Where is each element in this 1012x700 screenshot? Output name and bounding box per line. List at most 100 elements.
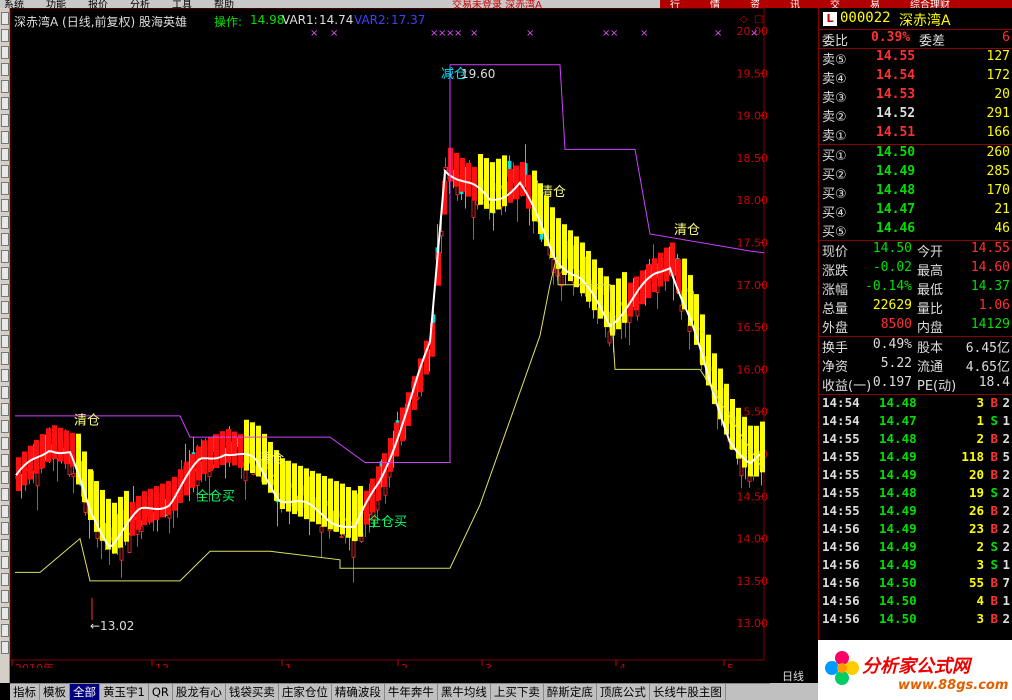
order-row[interactable]: 卖② 14.52 291 [819,106,1012,125]
tool-button[interactable] [1,471,9,484]
tick-row[interactable]: 14:56 14.49 3 S 1 [819,557,1012,575]
tool-button[interactable] [1,556,9,569]
indicator-tab[interactable]: 上买下卖 [491,684,544,700]
indicator-tab[interactable]: 黑牛均线 [438,684,491,700]
tool-button[interactable] [1,539,9,552]
order-price: 14.52 [876,106,916,121]
tick-row[interactable]: 14:56 14.50 4 B 1 [819,593,1012,611]
tool-button[interactable] [1,97,9,110]
order-row[interactable]: 卖⑤ 14.55 127 [819,49,1012,68]
tool-button[interactable] [1,607,9,620]
tick-row[interactable]: 14:54 14.48 3 B 2 [819,395,1012,413]
tool-button[interactable] [1,437,9,450]
tool-button[interactable] [1,369,9,382]
order-row[interactable]: 卖④ 14.54 172 [819,68,1012,87]
indicator-tab[interactable]: 醉斯定底 [544,684,597,700]
menu-item[interactable]: 报价 [88,0,108,8]
tool-button[interactable] [1,114,9,127]
stat-value: 8500 [880,317,912,332]
kline-svg[interactable]: 20.0019.5019.0018.5018.0017.5017.0016.50… [10,8,770,668]
indicator-tab[interactable]: 黄玉宇1 [100,684,149,700]
candle-body [471,198,476,218]
indicator-tab[interactable]: 长线牛股主图 [650,684,726,700]
chart-box-icon[interactable]: □ [754,14,763,25]
tool-button[interactable] [1,318,9,331]
indicator-tab[interactable]: 钱袋买卖 [226,684,279,700]
indicator-tab[interactable]: 指标 [10,684,40,700]
menu-item[interactable]: 系统 [4,0,24,8]
menu-right-item[interactable]: 综合理财 [910,0,950,8]
tool-button[interactable] [1,63,9,76]
tick-row[interactable]: 14:56 14.49 2 S 2 [819,539,1012,557]
tick-row[interactable]: 14:56 14.50 3 B 2 [819,611,1012,629]
tool-button[interactable] [1,284,9,297]
menu-right-item[interactable]: 资 [750,0,760,8]
menu-right-item[interactable]: 易 [870,0,880,8]
tool-button[interactable] [1,454,9,467]
tool-button[interactable] [1,148,9,161]
menu-item[interactable]: 分析 [130,0,150,8]
tool-button[interactable] [1,352,9,365]
tool-button[interactable] [1,46,9,59]
tool-button[interactable] [1,505,9,518]
order-row[interactable]: 卖① 14.51 166 [819,125,1012,144]
indicator-tab[interactable]: 全部 [70,684,100,700]
tool-button[interactable] [1,590,9,603]
tick-list[interactable]: 14:54 14.48 3 B 2 14:54 14.47 1 S 1 14:55 14.48 2 B 2 1… [819,395,1012,629]
tool-button[interactable] [1,335,9,348]
tool-button[interactable] [1,420,9,433]
tool-button[interactable] [1,641,9,654]
menu-right-item[interactable]: 情 [710,0,720,8]
tool-button[interactable] [1,80,9,93]
indicator-tab[interactable]: 庄家仓位 [279,684,332,700]
menu-item[interactable]: 帮助 [214,0,234,8]
tick-row[interactable]: 14:55 14.49 26 B 2 [819,503,1012,521]
tool-button[interactable] [1,29,9,42]
tool-button[interactable] [1,267,9,280]
tick-row[interactable]: 14:55 14.48 2 B 2 [819,431,1012,449]
tool-button[interactable] [1,233,9,246]
tool-button[interactable] [1,216,9,229]
indicator-tab[interactable]: 股龙有心 [173,684,226,700]
tick-row[interactable]: 14:55 14.49 118 B 5 [819,449,1012,467]
kline-chart[interactable]: 20.00 19.50 19.00 18.50 18.00 17.50 17.00 16.50… [10,8,770,668]
order-row[interactable]: 买② 14.49 285 [819,164,1012,183]
tick-row[interactable]: 14:55 14.49 20 B 2 [819,467,1012,485]
menu-right-item[interactable]: 行 [670,0,680,8]
var1-label: VAR1: [282,13,318,27]
tick-row[interactable]: 14:56 14.49 23 B 2 [819,521,1012,539]
trend-band [22,451,27,486]
order-row[interactable]: 买⑤ 14.46 46 [819,221,1012,240]
indicator-tab[interactable]: 模板 [40,684,70,700]
tool-button[interactable] [1,165,9,178]
order-row[interactable]: 买① 14.50 260 [819,145,1012,164]
tick-row[interactable]: 14:56 14.50 55 B 7 [819,575,1012,593]
menu-right-item[interactable]: 交 [830,0,840,8]
tool-button[interactable] [1,488,9,501]
tool-button[interactable] [1,199,9,212]
tick-row[interactable]: 14:55 14.48 19 S 2 [819,485,1012,503]
chart-diamond-icon[interactable]: ◇ [740,14,748,25]
tool-button[interactable] [1,573,9,586]
indicator-tab[interactable]: QR [149,684,173,700]
tool-button[interactable] [1,131,9,144]
tool-button[interactable] [1,522,9,535]
tool-button[interactable] [1,403,9,416]
tool-button[interactable] [1,301,9,314]
menu-item[interactable]: 功能 [46,0,66,8]
indicator-tab[interactable]: 顶底公式 [597,684,650,700]
order-row[interactable]: 买③ 14.48 170 [819,183,1012,202]
indicator-tab[interactable]: 精确波段 [332,684,385,700]
indicator-tab[interactable]: 牛年奔牛 [385,684,438,700]
tool-button[interactable] [1,182,9,195]
menu-item[interactable]: 工具 [172,0,192,8]
tool-button[interactable] [1,250,9,263]
tool-button[interactable] [1,624,9,637]
tool-button[interactable] [1,12,9,25]
tick-row[interactable]: 14:54 14.47 1 S 1 [819,413,1012,431]
order-row[interactable]: 卖③ 14.53 20 [819,87,1012,106]
period-label[interactable]: 日线 [770,668,818,683]
menu-right-item[interactable]: 讯 [790,0,800,8]
tool-button[interactable] [1,386,9,399]
order-row[interactable]: 买④ 14.47 21 [819,202,1012,221]
